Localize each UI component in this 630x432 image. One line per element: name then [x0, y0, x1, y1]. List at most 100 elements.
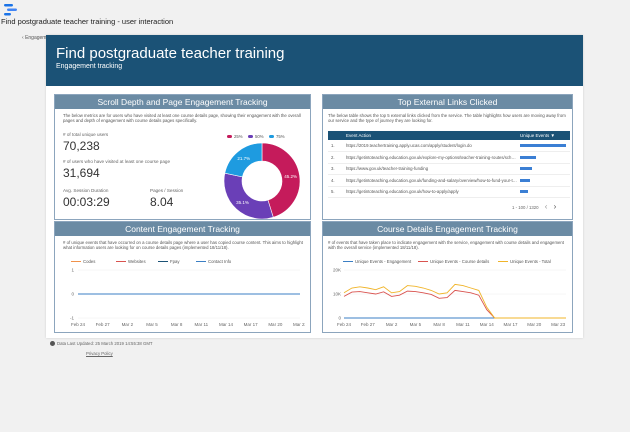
content-engagement-description: # of unique events that have occurred on…	[63, 240, 303, 251]
row-url: https://2019.teachertraining.apply.ucas.…	[346, 143, 472, 148]
donut-slice-label: 35.1%	[236, 200, 249, 205]
scroll-depth-description: The below metrics are for users who have…	[63, 113, 301, 124]
legend-item: Unique Events - Total	[498, 259, 551, 264]
top-links-panel: Top External Links Clicked The below tab…	[322, 94, 573, 220]
page-subtitle: Engagement tracking	[56, 63, 123, 70]
x-tick-label: Mar 17	[503, 322, 518, 327]
row-number: 1.	[331, 143, 335, 148]
legend-item: Codes	[71, 259, 95, 264]
legend-item: Contact Info	[196, 259, 231, 264]
row-bar-cell	[520, 186, 570, 198]
links-table-body: 1. https://2019.teachertraining.apply.uca…	[328, 140, 570, 198]
donut-legend-25: 25%	[227, 134, 243, 139]
col-unique-events[interactable]: Unique Events ▼	[520, 131, 570, 140]
x-tick-label: Mar 23	[293, 322, 305, 327]
privacy-policy-link[interactable]: Privacy Policy	[86, 351, 113, 356]
x-tick-label: Mar 2	[386, 322, 398, 327]
x-tick-label: Mar 20	[527, 322, 542, 327]
legend-item: Websites	[116, 259, 146, 264]
course-engagement-description: # of events that have taken place to ind…	[328, 240, 565, 251]
row-bar-cell	[520, 163, 570, 175]
legend-item: Fpay	[158, 259, 180, 264]
series-line-2	[343, 283, 566, 319]
course-engagement-title: Course Details Engagement Tracking	[323, 222, 572, 236]
next-page-icon[interactable]: ›	[554, 202, 557, 211]
row-bar-cell	[520, 175, 570, 187]
x-tick-label: Mar 11	[456, 322, 470, 327]
x-tick-label: Mar 14	[219, 322, 234, 327]
unique-events-bar	[520, 178, 531, 182]
table-row[interactable]: 5. https://getintoteaching.education.gov.…	[328, 186, 570, 198]
table-row[interactable]: 3. https://www.gov.uk/teacher-training-fu…	[328, 163, 570, 175]
x-tick-label: Feb 24	[71, 322, 86, 327]
top-links-description: The below table shows the top 5 external…	[328, 113, 566, 124]
last-updated: Data Last Updated: 25 March 2019 14:55:3…	[50, 341, 153, 347]
x-tick-label: Mar 14	[480, 322, 495, 327]
x-tick-label: Mar 11	[194, 322, 208, 327]
y-tick-label: 10K	[333, 292, 341, 297]
avg-session-label: Avg. Session Duration	[63, 188, 109, 193]
row-number: 4.	[331, 177, 335, 183]
x-tick-label: Feb 24	[337, 322, 352, 327]
unique-events-bar	[520, 155, 537, 159]
x-tick-label: Mar 5	[146, 322, 158, 327]
table-row[interactable]: 1. https://2019.teachertraining.apply.uca…	[328, 140, 570, 152]
donut-slice-label: 21.7%	[237, 156, 250, 161]
top-bar: Find postgraduate teacher training - use…	[0, 0, 630, 30]
donut-legend-label: 25%	[234, 134, 243, 139]
legend-item: Unique Events - Engagement	[343, 259, 411, 264]
donut-slice-label: 45.2%	[284, 174, 297, 179]
col-event-action[interactable]: Event Action	[346, 131, 520, 140]
x-tick-label: Mar 2	[122, 322, 134, 327]
table-row[interactable]: 2. https://getintoteaching.education.gov.…	[328, 152, 570, 164]
x-tick-label: Mar 23	[551, 322, 566, 327]
donut-legend-50: 50%	[248, 134, 264, 139]
donut-slice	[223, 172, 274, 219]
table-row[interactable]: 4. https://getintoteaching.education.gov.…	[328, 175, 570, 187]
prev-page-icon[interactable]: ‹	[545, 202, 548, 211]
x-tick-label: Mar 5	[410, 322, 422, 327]
y-tick-label: 20K	[333, 268, 341, 273]
row-number: 3.	[331, 166, 335, 172]
series-line-1	[343, 289, 566, 319]
pagination-text: 1 - 100 / 1320	[512, 205, 539, 210]
y-tick-label: -1	[70, 316, 74, 321]
x-tick-label: Feb 27	[361, 322, 376, 327]
links-pagination: 1 - 100 / 1320 ‹ ›	[512, 202, 556, 211]
scroll-depth-donut-chart: 45.2% 35.1% 21.7%	[223, 142, 301, 219]
links-table: Event Action Unique Events ▼ 1. https://2…	[328, 131, 570, 198]
row-url: https://getintoteaching.education.gov.uk…	[346, 177, 518, 183]
x-tick-label: Feb 27	[96, 322, 111, 327]
scroll-depth-title: Scroll Depth and Page Engagement Trackin…	[55, 95, 310, 109]
row-url: https://getintoteaching.education.gov.uk…	[346, 154, 518, 160]
pages-session-label: Pages / Session	[150, 188, 184, 193]
unique-events-bar	[520, 167, 532, 171]
x-tick-label: Mar 8	[433, 322, 445, 327]
donut-legend-label: 50%	[255, 134, 264, 139]
unique-events-bar	[520, 190, 529, 194]
report-canvas: Find postgraduate teacher training Engag…	[46, 35, 583, 338]
row-number: 5.	[331, 189, 335, 195]
links-table-header: Event Action Unique Events ▼	[328, 131, 570, 140]
page-title: Find postgraduate teacher training	[56, 45, 285, 62]
pages-session-value: 8.04	[150, 195, 174, 209]
unique-events-bar	[520, 144, 566, 147]
x-tick-label: Mar 20	[268, 322, 283, 327]
header-banner: Find postgraduate teacher training Engag…	[46, 35, 583, 86]
row-bar-cell	[520, 152, 570, 164]
course-users-label: # of users who have visited at least one…	[63, 159, 170, 164]
data-studio-logo-icon	[4, 4, 17, 16]
row-url: https://getintoteaching.education.gov.uk…	[346, 189, 459, 195]
top-links-title: Top External Links Clicked	[323, 95, 572, 109]
content-engagement-panel: Content Engagement Tracking # of unique …	[54, 221, 311, 333]
row-bar-cell	[520, 140, 570, 152]
last-updated-text: Data Last Updated: 25 March 2019 14:55:3…	[57, 341, 153, 346]
info-icon	[50, 341, 55, 347]
legend-item: Unique Events - Course details	[418, 259, 489, 264]
total-users-label: # of total unique users	[63, 132, 109, 137]
course-users-value: 31,694	[63, 166, 100, 180]
y-tick-label: 0	[71, 292, 74, 297]
course-line-chart: 20K 10K 0Feb 24 Feb 27 Mar 2 Mar 5 Mar 8 Mar 11…	[333, 268, 566, 327]
scroll-depth-panel: Scroll Depth and Page Engagement Trackin…	[54, 94, 311, 220]
report-title: Find postgraduate teacher training - use…	[1, 17, 174, 26]
